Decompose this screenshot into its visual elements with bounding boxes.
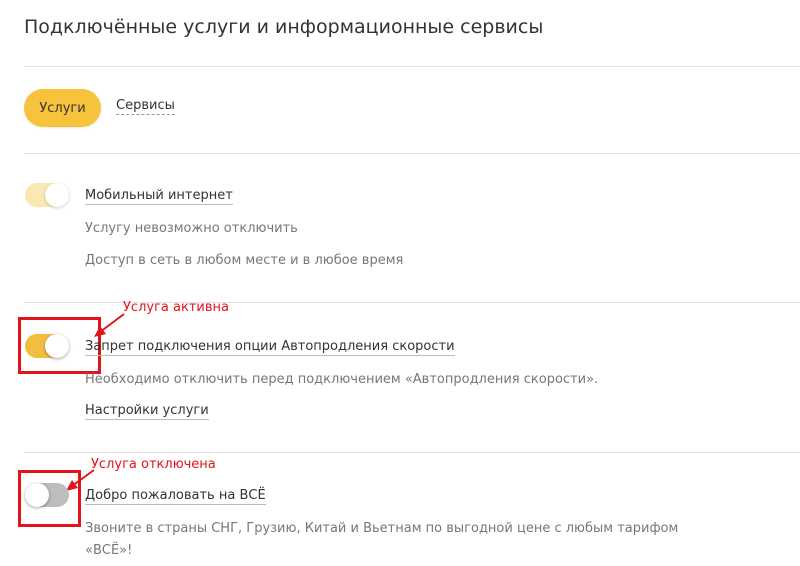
divider [24, 153, 800, 154]
tab-services[interactable]: Услуги [24, 89, 101, 127]
tab-info-services[interactable]: Сервисы [116, 98, 175, 115]
toggle-knob [45, 183, 69, 207]
toggle-knob [45, 334, 69, 358]
service-settings-link[interactable]: Настройки услуги [85, 403, 209, 420]
annotation-inactive: Услуга отключена [91, 457, 216, 472]
divider [24, 66, 800, 67]
toggle-knob [25, 483, 49, 507]
service-note: Услугу невозможно отключить [85, 221, 298, 236]
service-description: Доступ в сеть в любом месте и в любое вр… [85, 253, 404, 268]
service-description: «ВСЁ»! [85, 543, 133, 558]
service-description: Необходимо отключить перед подключением … [85, 372, 599, 387]
service-title[interactable]: Добро пожаловать на ВСЁ [85, 488, 266, 505]
divider [24, 452, 800, 453]
service-title[interactable]: Мобильный интернет [85, 188, 233, 205]
speed-renewal-ban-toggle[interactable] [25, 334, 69, 358]
annotation-active: Услуга активна [123, 300, 229, 315]
service-description: Звоните в страны СНГ, Грузию, Китай и Вь… [85, 521, 679, 536]
welcome-to-vse-toggle[interactable] [25, 483, 69, 507]
page-title: Подключённые услуги и информационные сер… [24, 16, 544, 38]
service-title[interactable]: Запрет подключения опции Автопродления с… [85, 339, 455, 356]
mobile-internet-toggle [25, 183, 69, 207]
